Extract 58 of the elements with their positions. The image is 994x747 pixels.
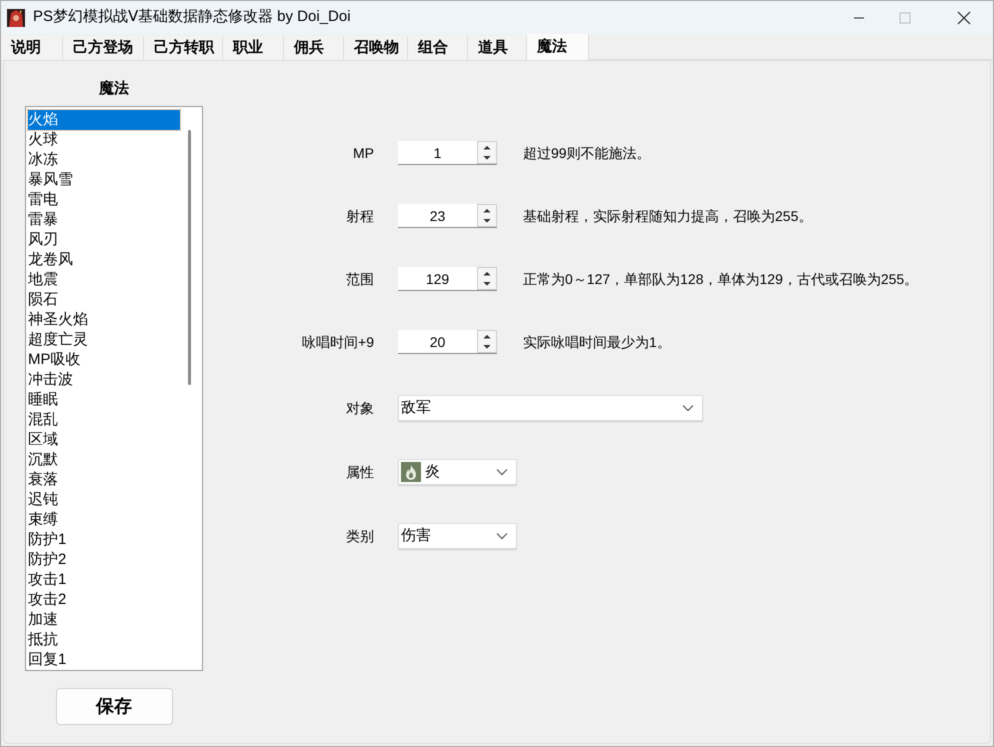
number-spinner[interactable]: 1 [398, 141, 497, 165]
field-label: 类别 [345, 526, 374, 546]
list-item[interactable]: 加速 [28, 610, 180, 630]
hint-text: 实际咏唱时间最少为1。 [523, 332, 671, 352]
hint-text: 基础射程，实际射程随知力提高，召唤为255。 [523, 206, 812, 226]
dropdown[interactable]: 敌军 [398, 395, 703, 421]
list-item[interactable]: 攻击1 [28, 570, 180, 590]
scrollbar[interactable] [188, 130, 191, 385]
list-item[interactable]: 区域 [28, 430, 180, 450]
hint-text: 正常为0～127，单部队为128，单体为129，古代或召唤为255。 [523, 270, 918, 288]
list-item[interactable]: 陨石 [28, 290, 180, 310]
list-item[interactable]: 攻击2 [28, 590, 180, 610]
flame-icon [401, 462, 421, 482]
list-item[interactable]: 迟钝 [28, 490, 180, 510]
list-item[interactable]: 神圣火焰 [28, 310, 180, 330]
dropdown[interactable]: 伤害 [398, 523, 517, 549]
list-item[interactable]: 火焰 [28, 110, 180, 130]
number-spinner[interactable]: 23 [398, 204, 497, 228]
chevron-down-icon [682, 404, 694, 412]
list-item[interactable]: 超度亡灵 [28, 330, 180, 350]
field-label: MP [352, 144, 374, 162]
list-item[interactable]: 抵抗 [28, 630, 180, 650]
number-spinner[interactable]: 20 [398, 330, 497, 354]
list-item[interactable]: 睡眠 [28, 390, 180, 410]
field-label: 射程 [345, 206, 374, 226]
list-item[interactable]: 冰冻 [28, 150, 180, 170]
close-icon[interactable] [957, 10, 971, 24]
list-item[interactable]: MP吸收 [28, 350, 180, 370]
list-item[interactable]: 回复1 [28, 650, 180, 670]
window-title: PS梦幻模拟战Ⅴ基础数据静态修改器 by Doi_Doi [33, 7, 352, 28]
list-item[interactable]: 雷暴 [28, 210, 180, 230]
chevron-down-icon [496, 468, 508, 476]
list-item[interactable]: 冲击波 [28, 370, 180, 390]
field-label: 对象 [345, 398, 374, 418]
list-item[interactable]: 风刃 [28, 230, 180, 250]
chevron-down-icon [496, 532, 508, 540]
list-item[interactable]: 火球 [28, 130, 180, 150]
list-item[interactable]: 束缚 [28, 510, 180, 530]
list-item[interactable]: 暴风雪 [28, 170, 180, 190]
list-item[interactable]: 沉默 [28, 450, 180, 470]
list-heading: 魔法 [99, 79, 129, 99]
spell-list[interactable]: 火焰 火球 冰冻 暴风雪 雷电 雷暴 风刃 龙卷风 地震 陨石 神圣火焰 超度亡灵 MP吸收 冲击波 睡眠 混乱 区域 沉默 衰落 迟钝 束缚 防护1 防护2 攻击1 攻击2 加速 抵抗 回复1 [25, 106, 203, 671]
field-label: 属性 [345, 462, 374, 482]
list-item[interactable]: 衰落 [28, 470, 180, 490]
list-item[interactable]: 地震 [28, 270, 180, 290]
list-item[interactable]: 龙卷风 [28, 250, 180, 270]
list-item[interactable]: 防护2 [28, 550, 180, 570]
list-item[interactable]: 混乱 [28, 410, 180, 430]
number-spinner[interactable]: 129 [398, 267, 497, 291]
hint-text: 超过99则不能施法。 [523, 144, 651, 162]
dropdown[interactable]: 炎 [398, 459, 517, 485]
field-label: 咏唱时间+9 [301, 332, 374, 352]
list-item[interactable]: 雷电 [28, 190, 180, 210]
app-icon [7, 8, 25, 26]
tab[interactable]: 魔法 [527, 34, 589, 60]
list-item[interactable]: 防护1 [28, 530, 180, 550]
field-label: 范围 [345, 270, 374, 288]
save-button[interactable]: 保存 [56, 688, 172, 725]
